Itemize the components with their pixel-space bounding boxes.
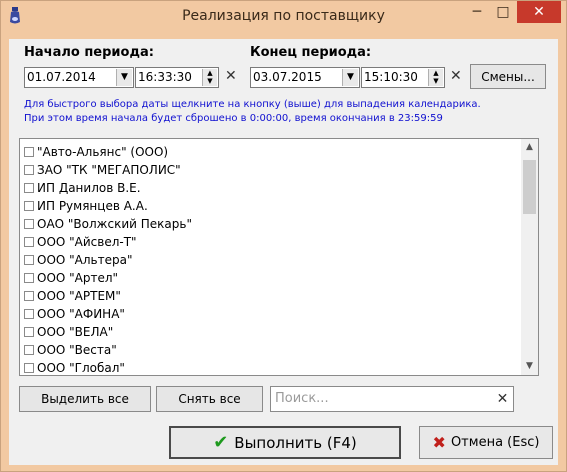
checkbox[interactable] [24,201,34,211]
start-date-value: 01.07.2014 [27,70,96,84]
checkbox[interactable] [24,291,34,301]
chevron-down-icon[interactable]: ▼ [342,69,358,86]
scroll-up-icon[interactable]: ▲ [521,139,538,156]
checkbox[interactable] [24,165,34,175]
list-item-label: ООО "Артел" [37,271,119,285]
list-item[interactable]: ЗАО "ТК "МЕГАПОЛИС" [24,161,181,179]
list-item-label: ООО "Айсвел-Т" [37,235,137,249]
checkbox[interactable] [24,147,34,157]
checkbox[interactable] [24,363,34,373]
list-item-label: ИП Румянцев А.А. [37,199,148,213]
list-item-label: ООО "Веста" [37,343,117,357]
title-bar: Реализация по поставщику ─ □ ✕ [1,1,566,31]
cancel-button[interactable]: ✖ Отмена (Esc) [419,426,553,459]
hint-line-2: При этом время начала будет сброшено в 0… [24,113,443,124]
clear-end-icon[interactable]: ✕ [450,68,462,84]
select-all-button[interactable]: Выделить все [19,386,151,412]
end-date-picker[interactable]: 03.07.2015 ▼ [250,67,360,88]
scroll-down-icon[interactable]: ▼ [521,358,538,375]
vertical-scrollbar[interactable]: ▲ ▼ [521,139,538,375]
list-item[interactable]: ООО "Артел" [24,269,118,287]
list-item[interactable]: ИП Данилов В.Е. [24,179,141,197]
checkbox[interactable] [24,273,34,283]
checkbox[interactable] [24,183,34,193]
clear-search-icon[interactable]: ✕ [491,386,514,412]
maximize-icon: □ [496,4,510,20]
spin-down-icon[interactable]: ▼ [203,77,217,85]
clear-start-icon[interactable]: ✕ [225,68,237,84]
list-item-label: ООО "Альтера" [37,253,133,267]
list-item-label: ОАО "Волжский Пекарь" [37,217,192,231]
list-item[interactable]: ИП Румянцев А.А. [24,197,148,215]
spin-down-icon[interactable]: ▼ [429,77,443,85]
end-time-spinner[interactable]: ▲ ▼ [428,69,443,86]
list-item[interactable]: ОАО "Волжский Пекарь" [24,215,192,233]
maximize-button[interactable]: □ [489,1,517,23]
start-time-field[interactable]: 16:33:30 ▲ ▼ [135,67,219,88]
run-label: Выполнить (F4) [234,433,357,452]
list-item[interactable]: ООО "Веста" [24,341,117,359]
list-item[interactable]: ООО "ВЕЛА" [24,323,113,341]
dialog-window: Реализация по поставщику ─ □ ✕ Начало пе… [0,0,567,472]
end-date-value: 03.07.2015 [253,70,322,84]
cancel-x-icon: ✖ [432,433,446,452]
checkbox[interactable] [24,237,34,247]
deselect-all-button[interactable]: Снять все [156,386,263,412]
spin-up-icon[interactable]: ▲ [203,69,217,77]
spin-up-icon[interactable]: ▲ [429,69,443,77]
list-item[interactable]: ООО "Альтера" [24,251,132,269]
search-input[interactable]: Поиск... [270,386,514,412]
scroll-thumb[interactable] [523,160,536,214]
checkbox[interactable] [24,345,34,355]
shifts-button[interactable]: Смены... [470,64,546,89]
list-item-label: ИП Данилов В.Е. [37,181,141,195]
checkbox[interactable] [24,327,34,337]
checkbox[interactable] [24,255,34,265]
cancel-label: Отмена (Esc) [450,435,540,450]
list-item-label: ООО "АФИНА" [37,307,125,321]
start-period-label: Начало периода: [24,45,154,60]
chevron-down-icon[interactable]: ▼ [116,69,132,86]
end-time-field[interactable]: 15:10:30 ▲ ▼ [361,67,445,88]
start-date-picker[interactable]: 01.07.2014 ▼ [24,67,134,88]
list-item[interactable]: "Авто-Альянс" (ООО) [24,143,168,161]
list-item-label: ООО "Глобал" [37,361,125,375]
end-time-value: 15:10:30 [364,70,418,84]
list-item[interactable]: ООО "Глобал" [24,359,125,375]
close-icon: ✕ [533,4,545,20]
list-item-label: ООО "ВЕЛА" [37,325,114,339]
run-button[interactable]: ✔ Выполнить (F4) [169,426,401,459]
checkbox[interactable] [24,309,34,319]
close-button[interactable]: ✕ [517,1,561,23]
checkbox[interactable] [24,219,34,229]
list-item-label: ЗАО "ТК "МЕГАПОЛИС" [37,163,181,177]
list-item[interactable]: ООО "Айсвел-Т" [24,233,137,251]
minimize-button[interactable]: ─ [463,1,491,23]
supplier-list[interactable]: "Авто-Альянс" (ООО) ЗАО "ТК "МЕГАПОЛИС" ИП… [19,138,539,376]
hint-line-1: Для быстрого выбора даты щелкните на кно… [24,99,481,110]
list-item-label: "Авто-Альянс" (ООО) [37,145,169,159]
end-period-label: Конец периода: [250,45,372,60]
checkmark-icon: ✔ [213,432,229,453]
list-item[interactable]: ООО "АФИНА" [24,305,125,323]
list-item[interactable]: ООО "АРТЕМ" [24,287,121,305]
start-time-spinner[interactable]: ▲ ▼ [202,69,217,86]
list-item-label: ООО "АРТЕМ" [37,289,121,303]
start-time-value: 16:33:30 [138,70,192,84]
minimize-icon: ─ [472,4,482,20]
